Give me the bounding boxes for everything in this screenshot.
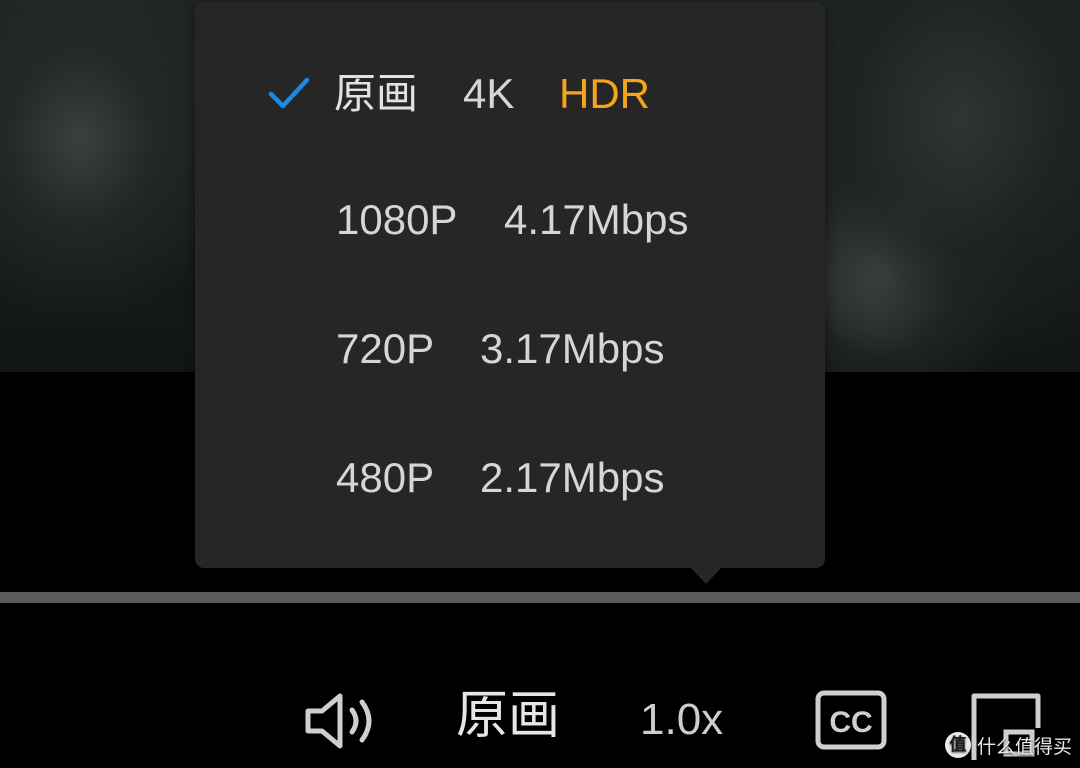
menu-pointer	[691, 568, 721, 584]
quality-button[interactable]: 原画	[456, 690, 560, 742]
hdr-badge: HDR	[559, 70, 650, 117]
quality-option-bitrate: 4.17Mbps	[504, 196, 689, 243]
site-watermark: 值 什么值得买	[944, 730, 1072, 760]
quality-option-720p[interactable]: 720P 3.17Mbps	[195, 299, 825, 399]
quality-option-bitrate: 3.17Mbps	[480, 325, 665, 372]
quality-option-label: 原画	[334, 70, 419, 117]
watermark-logo-icon: 值	[944, 732, 971, 758]
quality-menu: 原画 4K HDR 1080P 4.17Mbps 720P 3.17Mbps 4…	[195, 2, 825, 584]
quality-option-label: 1080P	[336, 196, 458, 243]
closed-captions-icon: CC	[815, 690, 887, 750]
control-bar: 原画 1.0x CC 值 什么值得买	[0, 610, 1080, 768]
playback-speed-button[interactable]: 1.0x	[640, 698, 723, 742]
quality-option-bitrate: 2.17Mbps	[480, 454, 665, 501]
progress-bar[interactable]	[0, 592, 1080, 603]
video-player: 原画 4K HDR 1080P 4.17Mbps 720P 3.17Mbps 4…	[0, 0, 1080, 768]
quality-option-label: 720P	[336, 325, 435, 372]
quality-option-1080p[interactable]: 1080P 4.17Mbps	[195, 170, 825, 270]
speaker-volume-icon	[305, 693, 372, 749]
quality-option-480p[interactable]: 480P 2.17Mbps	[195, 428, 825, 528]
closed-captions-button[interactable]: CC	[815, 690, 887, 750]
quality-option-detail: 4K	[463, 70, 515, 117]
quality-option-label: 480P	[336, 454, 435, 501]
volume-button[interactable]	[302, 690, 380, 752]
cc-label: CC	[829, 706, 872, 739]
watermark-text: 什么值得买	[976, 736, 1072, 758]
checkmark-icon	[268, 77, 310, 109]
quality-option-original[interactable]: 原画 4K HDR	[195, 44, 825, 144]
